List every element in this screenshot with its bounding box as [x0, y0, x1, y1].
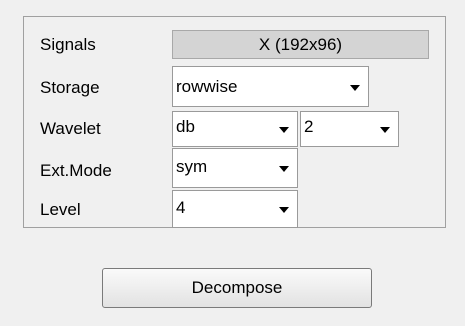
wavelet-order-select[interactable]: 2: [300, 111, 399, 147]
chevron-down-icon: [279, 207, 289, 213]
extmode-select[interactable]: sym: [172, 148, 298, 188]
wavelet-order-value: 2: [304, 117, 314, 136]
extmode-label: Ext.Mode: [40, 161, 112, 180]
decompose-button[interactable]: Decompose: [102, 268, 372, 308]
storage-label: Storage: [40, 78, 100, 97]
level-value: 4: [176, 198, 186, 217]
storage-select[interactable]: rowwise: [172, 66, 369, 107]
wavelet-label: Wavelet: [40, 119, 101, 138]
signals-label: Signals: [40, 35, 96, 54]
level-select[interactable]: 4: [172, 190, 298, 228]
extmode-value: sym: [176, 157, 208, 176]
chevron-down-icon: [350, 84, 360, 91]
chevron-down-icon: [279, 127, 289, 133]
chevron-down-icon: [279, 166, 289, 172]
level-label: Level: [40, 200, 81, 219]
wavelet-family-select[interactable]: db: [172, 111, 298, 147]
storage-value: rowwise: [176, 77, 238, 96]
wavelet-family-value: db: [176, 117, 195, 136]
signals-value: X (192x96): [172, 30, 429, 59]
chevron-down-icon: [380, 127, 390, 133]
